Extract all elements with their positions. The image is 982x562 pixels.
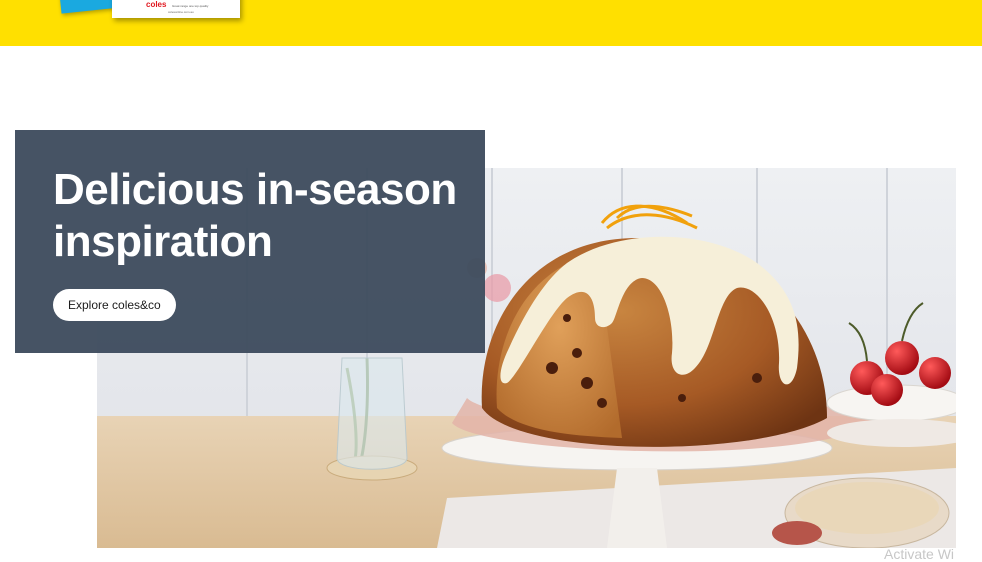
catalogue-tagline: Great range one top quality <box>172 4 209 8</box>
hero-title: Delicious in-season inspiration <box>53 165 457 266</box>
explore-coles-and-co-button[interactable]: Explore coles&co <box>53 289 176 321</box>
catalogue-thumbnail[interactable]: co coles Great range one top quality col… <box>56 0 246 20</box>
catalogue-front-cover: coles Great range one top quality coleso… <box>112 0 240 18</box>
catalogue-small-text: colesonline.com.au <box>168 10 194 14</box>
activate-windows-watermark: Activate Wi <box>884 546 955 562</box>
promo-banner[interactable]: co coles Great range one top quality col… <box>0 0 982 46</box>
hero-text-panel: Delicious in-season inspiration Explore … <box>15 130 485 353</box>
catalogue-logo: coles <box>146 0 167 9</box>
